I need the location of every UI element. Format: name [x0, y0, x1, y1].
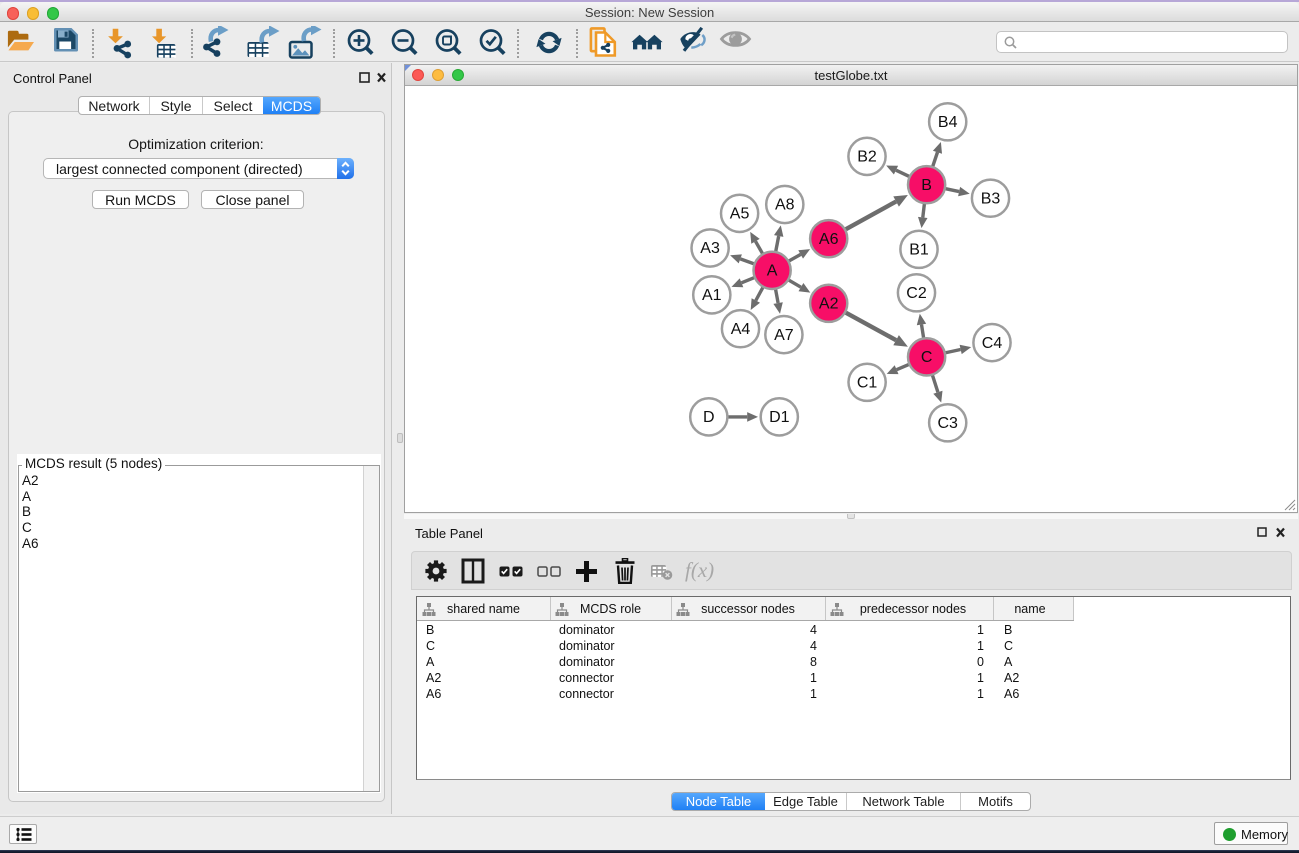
svg-text:C: C	[921, 349, 933, 366]
svg-text:C2: C2	[906, 285, 927, 302]
svg-text:B1: B1	[909, 242, 929, 259]
svg-text:C4: C4	[982, 335, 1003, 352]
svg-text:A8: A8	[775, 197, 795, 214]
svg-text:D1: D1	[769, 409, 790, 426]
svg-text:A4: A4	[731, 321, 751, 338]
svg-text:C3: C3	[937, 415, 958, 432]
svg-text:A6: A6	[819, 231, 839, 248]
svg-text:B3: B3	[981, 190, 1001, 207]
svg-text:A1: A1	[702, 287, 722, 304]
svg-text:D: D	[703, 409, 715, 426]
svg-text:C1: C1	[857, 375, 878, 392]
svg-text:A2: A2	[819, 296, 839, 313]
svg-text:A: A	[767, 263, 778, 280]
svg-text:A5: A5	[730, 206, 750, 223]
svg-text:A7: A7	[774, 327, 794, 344]
svg-text:A3: A3	[700, 240, 720, 257]
svg-text:B: B	[921, 177, 932, 194]
svg-text:B4: B4	[938, 114, 958, 131]
svg-text:B2: B2	[857, 149, 877, 166]
